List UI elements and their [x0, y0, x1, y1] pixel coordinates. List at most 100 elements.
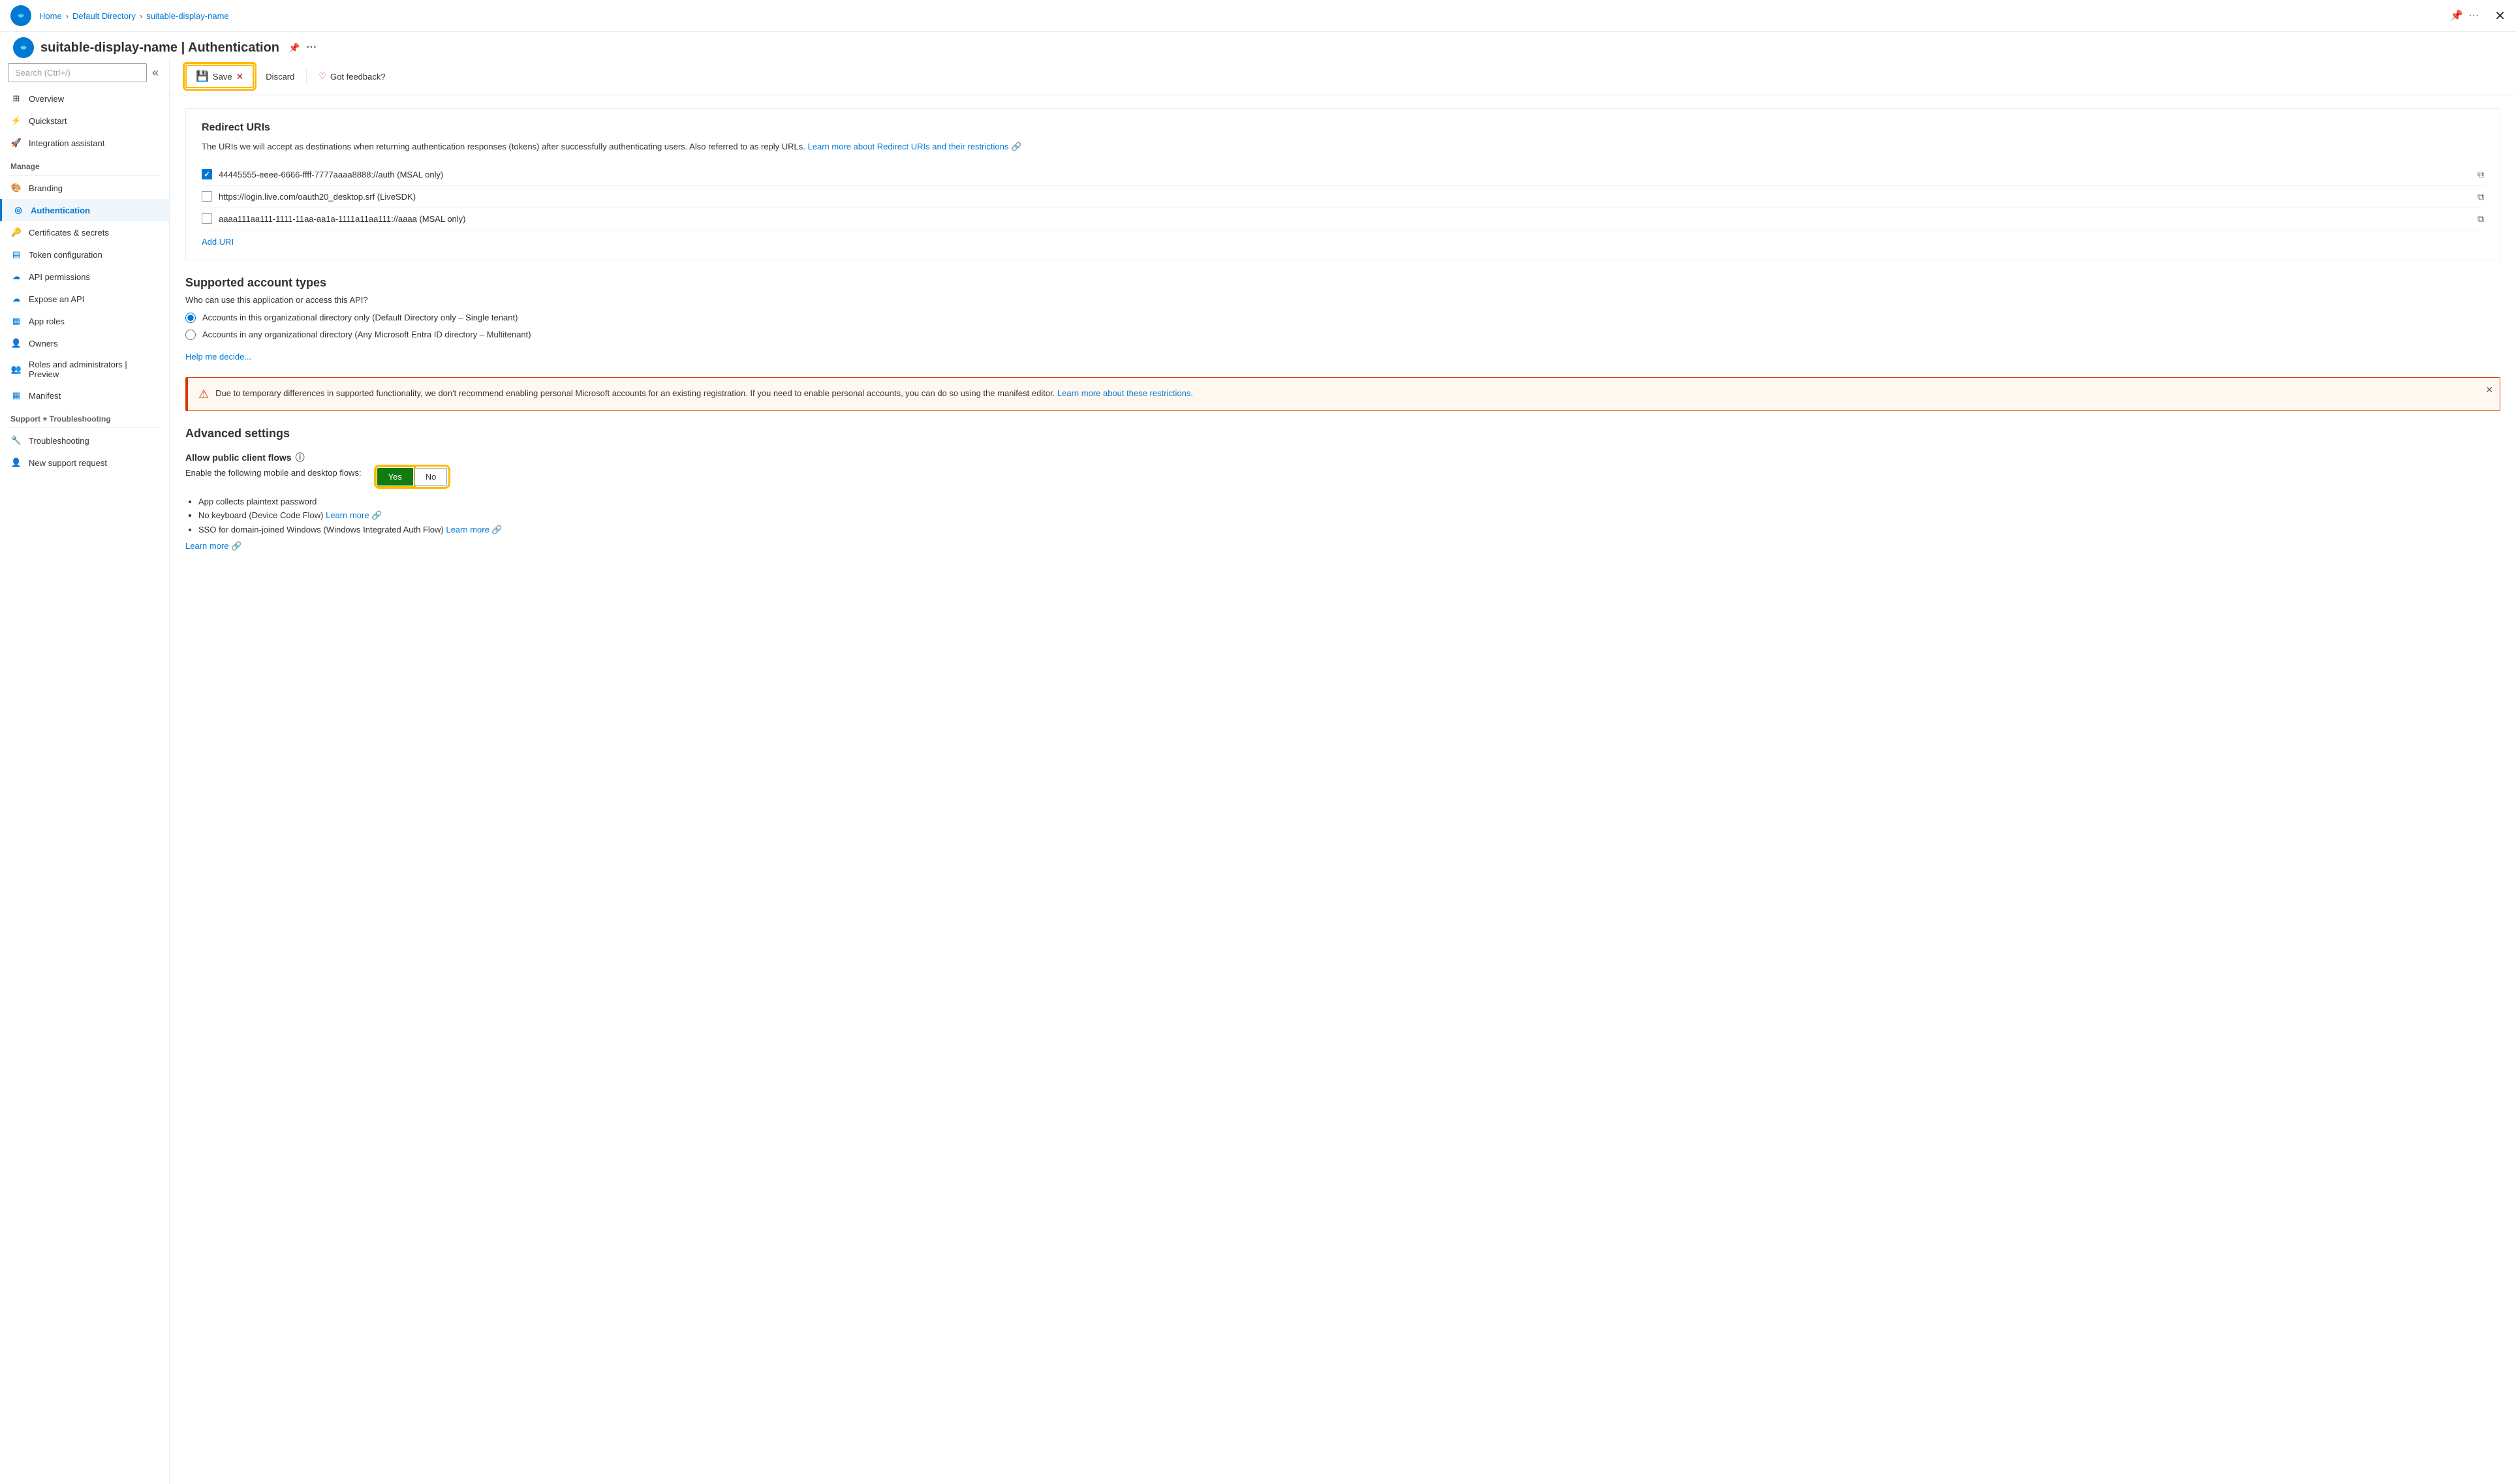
save-button[interactable]: 💾 Save ✕: [185, 65, 254, 88]
sidebar-item-integration[interactable]: 🚀 Integration assistant: [0, 132, 169, 154]
sidebar-item-authentication[interactable]: ◎ Authentication: [0, 199, 169, 221]
sidebar-label-branding: Branding: [29, 183, 63, 193]
sidebar-item-troubleshooting[interactable]: 🔧 Troubleshooting: [0, 429, 169, 452]
sidebar-item-manifest[interactable]: ▦ Manifest: [0, 384, 169, 407]
redirect-uris-learn-more[interactable]: Learn more about Redirect URIs and their…: [808, 142, 1022, 151]
uri1-copy-icon[interactable]: ⧉: [2477, 169, 2484, 180]
sidebar-label-support: New support request: [29, 458, 107, 468]
account-types-title: Supported account types: [185, 276, 2500, 290]
sidebar-item-quickstart[interactable]: ⚡ Quickstart: [0, 110, 169, 132]
bullet-item-2: No keyboard (Device Code Flow) Learn mor…: [198, 508, 2500, 523]
radio-single-tenant[interactable]: Accounts in this organizational director…: [185, 313, 2500, 323]
integration-icon: 🚀: [10, 137, 22, 149]
sidebar-label-token: Token configuration: [29, 250, 102, 260]
breadcrumb-home[interactable]: Home: [39, 11, 62, 21]
sidebar-item-api-permissions[interactable]: ☁ API permissions: [0, 266, 169, 288]
support-icon: 👤: [10, 457, 22, 469]
advanced-settings-title: Advanced settings: [185, 427, 2500, 441]
more-options-icon[interactable]: ···: [2468, 10, 2479, 22]
sidebar-item-overview[interactable]: ⊞ Overview: [0, 87, 169, 110]
advanced-settings-section: Advanced settings Allow public client fl…: [185, 427, 2500, 551]
app-container: Home › Default Directory › suitable-disp…: [0, 0, 2516, 1484]
collapse-sidebar-icon[interactable]: «: [149, 63, 161, 82]
warning-learn-more[interactable]: Learn more about these restrictions.: [1057, 388, 1193, 398]
sidebar-item-owners[interactable]: 👤 Owners: [0, 332, 169, 354]
app-password-learn-more[interactable]: Learn more 🔗: [185, 541, 241, 551]
sidebar-item-support[interactable]: 👤 New support request: [0, 452, 169, 474]
api-perm-icon: ☁: [10, 271, 22, 283]
uri3-text: aaaa111aa111-1111-11aa-aa1a-1111a11aa111…: [219, 214, 2471, 224]
radio-multi-input[interactable]: [185, 330, 196, 340]
page-more-icon[interactable]: ···: [306, 42, 317, 54]
sidebar-item-app-roles[interactable]: ▦ App roles: [0, 310, 169, 332]
sidebar-label-quickstart: Quickstart: [29, 116, 67, 126]
radio-multitenant[interactable]: Accounts in any organizational directory…: [185, 330, 2500, 340]
uri2-checkbox[interactable]: [202, 191, 212, 202]
add-uri-link[interactable]: Add URI: [202, 237, 234, 247]
account-types-section: Supported account types Who can use this…: [185, 276, 2500, 362]
roles-admin-icon: 👥: [10, 363, 22, 375]
sidebar-item-branding[interactable]: 🎨 Branding: [0, 177, 169, 199]
troubleshoot-icon: 🔧: [10, 435, 22, 446]
close-icon[interactable]: ✕: [2494, 8, 2506, 24]
pin-page-icon[interactable]: 📌: [288, 42, 300, 54]
search-input[interactable]: [8, 63, 147, 82]
manifest-icon: ▦: [10, 390, 22, 401]
discard-button[interactable]: Discard: [259, 68, 301, 85]
breadcrumb-directory[interactable]: Default Directory: [72, 11, 136, 21]
discard-x-icon[interactable]: ✕: [236, 71, 244, 82]
warning-text: Due to temporary differences in supporte…: [215, 387, 1193, 401]
sso-learn-more[interactable]: Learn more 🔗: [446, 525, 502, 534]
uri3-copy-icon[interactable]: ⧉: [2477, 213, 2484, 224]
auth-icon: ◎: [12, 204, 24, 216]
allow-public-info-icon[interactable]: ⓘ: [296, 451, 305, 464]
sidebar-label-troubleshooting: Troubleshooting: [29, 436, 89, 446]
sidebar-label-manifest: Manifest: [29, 391, 61, 401]
flows-label: Enable the following mobile and desktop …: [185, 468, 362, 478]
breadcrumb-app[interactable]: suitable-display-name: [146, 11, 228, 21]
toolbar-divider: [306, 69, 307, 84]
sidebar-item-certs[interactable]: 🔑 Certificates & secrets: [0, 221, 169, 243]
help-decide-link[interactable]: Help me decide...: [185, 352, 251, 362]
uri2-copy-icon[interactable]: ⧉: [2477, 191, 2484, 202]
top-bar-actions: 📌 ··· ✕: [2450, 8, 2506, 24]
heart-icon: ♡: [318, 71, 326, 82]
breadcrumb: Home › Default Directory › suitable-disp…: [39, 11, 2450, 21]
uri-row: aaaa111aa111-1111-11aa-aa1a-1111a11aa111…: [202, 208, 2484, 230]
radio-single-input[interactable]: [185, 313, 196, 323]
sidebar-item-token[interactable]: ▤ Token configuration: [0, 243, 169, 266]
sidebar-label-certs: Certificates & secrets: [29, 228, 109, 238]
sidebar-item-expose-api[interactable]: ☁ Expose an API: [0, 288, 169, 310]
sidebar-label-overview: Overview: [29, 94, 64, 104]
certs-icon: 🔑: [10, 226, 22, 238]
expose-api-icon: ☁: [10, 293, 22, 305]
sidebar-item-roles-admin[interactable]: 👥 Roles and administrators | Preview: [0, 354, 169, 384]
toggle-yes-button[interactable]: Yes: [377, 468, 413, 486]
bullet-list: App collects plaintext password No keybo…: [185, 495, 2500, 537]
content-area: 💾 Save ✕ Discard ♡ Got feedback? Redirec…: [170, 58, 2516, 1484]
uri1-checkbox[interactable]: [202, 169, 212, 179]
uri1-text: 44445555-eeee-6666-ffff-7777aaaa8888://a…: [219, 170, 2471, 179]
bullet-list-section: App collects plaintext password No keybo…: [185, 495, 2500, 551]
manage-section-label: Manage: [0, 154, 169, 174]
toggle-no-button[interactable]: No: [414, 468, 448, 486]
app-logo: [10, 5, 31, 26]
branding-icon: 🎨: [10, 182, 22, 194]
uri3-checkbox[interactable]: [202, 213, 212, 224]
sidebar-label-api-permissions: API permissions: [29, 272, 90, 282]
device-code-learn-more[interactable]: Learn more 🔗: [326, 510, 382, 520]
radio-multi-label: Accounts in any organizational directory…: [202, 330, 531, 339]
pin-icon[interactable]: 📌: [2450, 9, 2463, 22]
top-bar: Home › Default Directory › suitable-disp…: [0, 0, 2516, 32]
toggle-group-wrapper: Yes No: [377, 468, 448, 486]
toolbar: 💾 Save ✕ Discard ♡ Got feedback?: [170, 58, 2516, 95]
bullet-item-1: App collects plaintext password: [198, 495, 2500, 508]
feedback-button[interactable]: ♡ Got feedback?: [312, 67, 392, 85]
flows-row: Enable the following mobile and desktop …: [185, 468, 2500, 486]
feedback-label: Got feedback?: [330, 72, 386, 82]
overview-icon: ⊞: [10, 93, 22, 104]
radio-single-label: Accounts in this organizational director…: [202, 313, 518, 322]
warning-close-icon[interactable]: ✕: [2485, 384, 2493, 395]
uri-row: 44445555-eeee-6666-ffff-7777aaaa8888://a…: [202, 164, 2484, 186]
support-section-label: Support + Troubleshooting: [0, 407, 169, 426]
